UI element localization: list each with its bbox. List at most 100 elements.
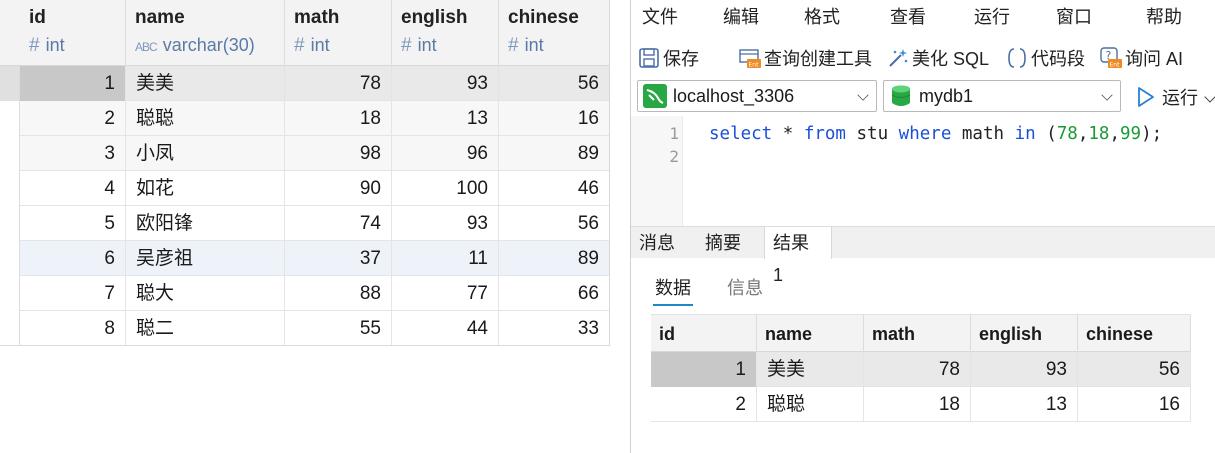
cell-math[interactable]: 98 bbox=[285, 136, 392, 171]
cell-id[interactable]: 1 bbox=[651, 352, 757, 387]
row-header[interactable] bbox=[0, 206, 20, 241]
subtab-info[interactable]: 信息 bbox=[727, 274, 763, 300]
row-header[interactable] bbox=[0, 66, 20, 101]
cell-chinese[interactable]: 33 bbox=[499, 311, 610, 346]
cell-id[interactable]: 5 bbox=[20, 206, 126, 241]
cell-name[interactable]: 美美 bbox=[126, 66, 285, 101]
cell-math[interactable]: 18 bbox=[285, 101, 392, 136]
column-header-chinese[interactable]: chinese # int bbox=[499, 0, 610, 66]
table-row[interactable]: 2 聪聪 18 13 16 bbox=[651, 387, 1191, 422]
cell-id[interactable]: 2 bbox=[651, 387, 757, 422]
cell-name[interactable]: 聪大 bbox=[126, 276, 285, 311]
table-row[interactable]: 2 聪聪 18 13 16 bbox=[0, 101, 610, 136]
row-header[interactable] bbox=[0, 276, 20, 311]
cell-chinese[interactable]: 66 bbox=[499, 276, 610, 311]
cell-id[interactable]: 7 bbox=[20, 276, 126, 311]
cell-english[interactable]: 93 bbox=[392, 66, 499, 101]
cell-english[interactable]: 96 bbox=[392, 136, 499, 171]
table-row[interactable]: 8 聪二 55 44 33 bbox=[0, 311, 610, 346]
chevron-down-icon[interactable] bbox=[1204, 91, 1215, 103]
cell-english[interactable]: 93 bbox=[392, 206, 499, 241]
cell-chinese[interactable]: 16 bbox=[499, 101, 610, 136]
cell-id[interactable]: 8 bbox=[20, 311, 126, 346]
cell-id[interactable]: 2 bbox=[20, 101, 126, 136]
row-header[interactable] bbox=[0, 136, 20, 171]
result-column-math[interactable]: math bbox=[864, 315, 971, 353]
database-select[interactable]: mydb1 bbox=[883, 80, 1121, 112]
row-header[interactable] bbox=[0, 241, 20, 276]
row-header[interactable] bbox=[0, 311, 20, 346]
connection-select[interactable]: localhost_3306 bbox=[637, 80, 877, 112]
cell-name[interactable]: 美美 bbox=[757, 352, 864, 387]
cell-name[interactable]: 聪聪 bbox=[126, 101, 285, 136]
query-builder-button[interactable]: Ent 查询创建工具 bbox=[739, 44, 872, 72]
tab-summary[interactable]: 摘要 bbox=[697, 227, 749, 259]
table-row[interactable]: 6 吴彦祖 37 11 89 bbox=[0, 241, 610, 276]
cell-id[interactable]: 6 bbox=[20, 241, 126, 276]
subtab-data[interactable]: 数据 bbox=[655, 274, 691, 300]
row-header[interactable] bbox=[0, 171, 20, 206]
tab-messages[interactable]: 消息 bbox=[631, 227, 683, 259]
code-snippet-button[interactable]: 代码段 bbox=[1006, 44, 1085, 72]
cell-math[interactable]: 78 bbox=[285, 66, 392, 101]
cell-id[interactable]: 1 bbox=[20, 66, 126, 101]
cell-name[interactable]: 聪聪 bbox=[757, 387, 864, 422]
cell-chinese[interactable]: 56 bbox=[499, 206, 610, 241]
cell-id[interactable]: 4 bbox=[20, 171, 126, 206]
cell-math[interactable]: 90 bbox=[285, 171, 392, 206]
cell-name[interactable]: 吴彦祖 bbox=[126, 241, 285, 276]
cell-chinese[interactable]: 89 bbox=[499, 241, 610, 276]
cell-chinese[interactable]: 56 bbox=[499, 66, 610, 101]
menu-view[interactable]: 查看 bbox=[890, 3, 926, 29]
result-column-english[interactable]: english bbox=[971, 315, 1078, 353]
result-column-id[interactable]: id bbox=[651, 315, 757, 353]
cell-math[interactable]: 55 bbox=[285, 311, 392, 346]
cell-name[interactable]: 欧阳锋 bbox=[126, 206, 285, 241]
table-row[interactable]: 5 欧阳锋 74 93 56 bbox=[0, 206, 610, 241]
column-header-math[interactable]: math # int bbox=[285, 0, 392, 66]
table-row[interactable]: 7 聪大 88 77 66 bbox=[0, 276, 610, 311]
menu-help[interactable]: 帮助 bbox=[1146, 3, 1182, 29]
cell-english[interactable]: 13 bbox=[392, 101, 499, 136]
cell-english[interactable]: 11 bbox=[392, 241, 499, 276]
cell-name[interactable]: 小凤 bbox=[126, 136, 285, 171]
run-button[interactable]: 运行 bbox=[1136, 84, 1215, 110]
table-row[interactable]: 3 小凤 98 96 89 bbox=[0, 136, 610, 171]
result-column-chinese[interactable]: chinese bbox=[1078, 315, 1191, 353]
cell-chinese[interactable]: 16 bbox=[1078, 387, 1191, 422]
table-row[interactable]: 1 美美 78 93 56 bbox=[651, 352, 1191, 387]
table-data-grid[interactable]: id # int name ABC varchar(30) math # int en… bbox=[0, 0, 630, 453]
menu-window[interactable]: 窗口 bbox=[1056, 3, 1092, 29]
cell-math[interactable]: 18 bbox=[864, 387, 971, 422]
result-column-name[interactable]: name bbox=[757, 315, 864, 353]
cell-math[interactable]: 74 bbox=[285, 206, 392, 241]
beautify-sql-button[interactable]: 美化 SQL bbox=[887, 44, 989, 72]
cell-english[interactable]: 93 bbox=[971, 352, 1078, 387]
cell-name[interactable]: 聪二 bbox=[126, 311, 285, 346]
cell-math[interactable]: 88 bbox=[285, 276, 392, 311]
menu-edit[interactable]: 编辑 bbox=[723, 3, 759, 29]
sql-editor[interactable]: 1 2 select * from stu where math in (78,… bbox=[631, 116, 1215, 226]
cell-chinese[interactable]: 89 bbox=[499, 136, 610, 171]
tab-result-1[interactable]: 结果 1 bbox=[764, 227, 832, 285]
column-header-name[interactable]: name ABC varchar(30) bbox=[126, 0, 285, 66]
cell-math[interactable]: 78 bbox=[864, 352, 971, 387]
column-header-id[interactable]: id # int bbox=[20, 0, 126, 66]
menu-run[interactable]: 运行 bbox=[974, 3, 1010, 29]
menu-file[interactable]: 文件 bbox=[642, 3, 678, 29]
cell-id[interactable]: 3 bbox=[20, 136, 126, 171]
cell-english[interactable]: 77 bbox=[392, 276, 499, 311]
row-header[interactable] bbox=[0, 101, 20, 136]
table-row[interactable]: 1 美美 78 93 56 bbox=[0, 66, 610, 101]
menu-format[interactable]: 格式 bbox=[804, 3, 840, 29]
cell-name[interactable]: 如花 bbox=[126, 171, 285, 206]
cell-english[interactable]: 13 bbox=[971, 387, 1078, 422]
column-header-english[interactable]: english # int bbox=[392, 0, 499, 66]
save-button[interactable]: 保存 bbox=[638, 44, 699, 72]
cell-english[interactable]: 100 bbox=[392, 171, 499, 206]
ask-ai-button[interactable]: ? Ent 询问 AI bbox=[1100, 44, 1183, 72]
table-row[interactable]: 4 如花 90 100 46 bbox=[0, 171, 610, 206]
cell-math[interactable]: 37 bbox=[285, 241, 392, 276]
cell-chinese[interactable]: 56 bbox=[1078, 352, 1191, 387]
cell-chinese[interactable]: 46 bbox=[499, 171, 610, 206]
